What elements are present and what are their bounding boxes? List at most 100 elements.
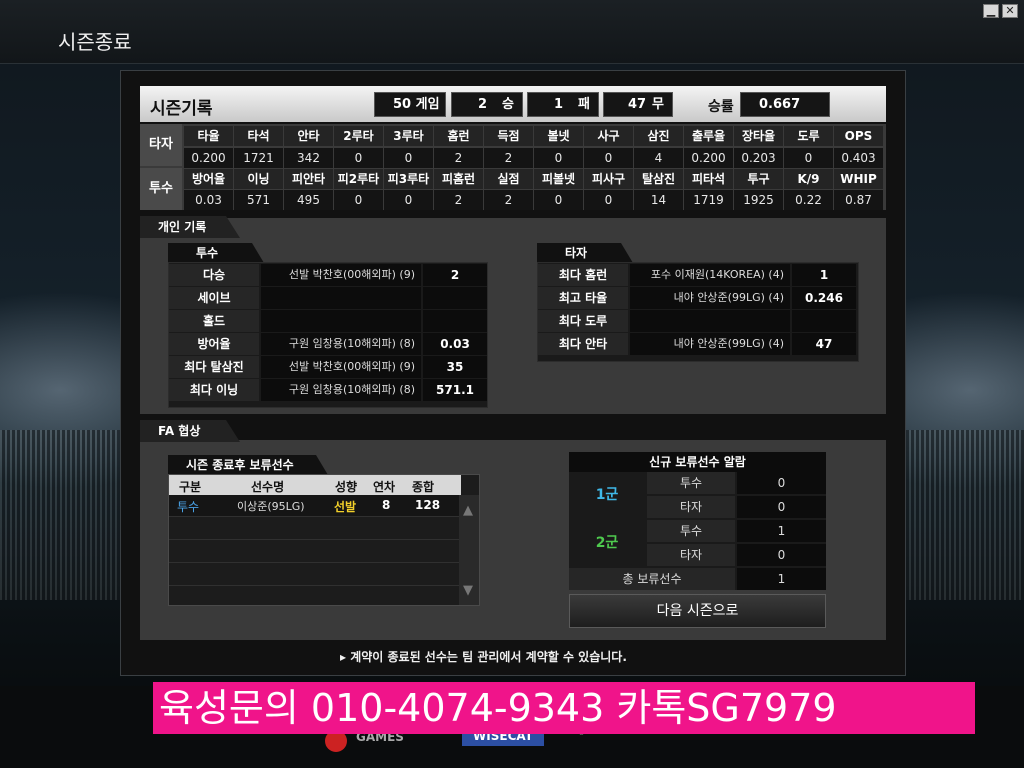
pitching-header-cell: 피2루타 — [334, 169, 383, 189]
pitching-header-cell: 피볼넷 — [534, 169, 583, 189]
batting-header-cell: 출루율 — [684, 126, 733, 146]
record-value: 35 — [423, 356, 487, 378]
pitching-header-cell: 이닝 — [234, 169, 283, 189]
record-value — [423, 287, 487, 309]
tab-fa-negotiation: FA 협상 — [140, 420, 240, 442]
record-player: 선발 박찬호(00해외파) (9) — [261, 264, 421, 286]
crowd-right — [894, 430, 1024, 600]
pitching-value-cell: 14 — [634, 190, 683, 210]
total-reserved-value: 1 — [737, 568, 826, 590]
losses-badge: 1패 — [527, 92, 599, 117]
record-player: 구원 임창용(10해외파) (8) — [261, 333, 421, 355]
pitching-value-cell: 1719 — [684, 190, 733, 210]
record-value: 2 — [423, 264, 487, 286]
batting-value-cell: 0.403 — [834, 148, 883, 168]
batting-header-cell: 2루타 — [334, 126, 383, 146]
scrollbar[interactable]: ▲ ▼ — [459, 495, 479, 605]
record-label: 최고 타율 — [538, 287, 628, 309]
batting-header-cell: 삼진 — [634, 126, 683, 146]
record-label: 최다 이닝 — [169, 379, 259, 401]
tab-personal-records: 개인 기록 — [140, 216, 240, 238]
pitching-value-cell: 0 — [384, 190, 433, 210]
batting-value-cell: 4 — [634, 148, 683, 168]
alarm-title: 신규 보류선수 알람 — [569, 452, 826, 472]
record-value: 0.246 — [792, 287, 856, 309]
pitching-value-cell: 0.87 — [834, 190, 883, 210]
pitching-header-cell: 피타석 — [684, 169, 733, 189]
reserved-players-header: 구분 선수명 성향 연차 종합 — [169, 475, 461, 495]
record-label: 최다 홈런 — [538, 264, 628, 286]
season-record-title: 시즌기록 — [150, 99, 213, 119]
pitching-value-cell: 0 — [334, 190, 383, 210]
batting-header-cell: 장타율 — [734, 126, 783, 146]
batting-header-cell: OPS — [834, 126, 883, 146]
group2-label: 2군 — [595, 535, 619, 551]
column-overall: 종합 — [412, 480, 435, 494]
pitching-value-cell: 0 — [584, 190, 633, 210]
pitching-header-cell: 피사구 — [584, 169, 633, 189]
contract-notice: ▸ 계약이 종료된 선수는 팀 관리에서 계약할 수 있습니다. — [340, 650, 627, 664]
winrate-badge: 0.667 — [740, 92, 830, 117]
record-player — [261, 310, 421, 332]
scroll-up-icon[interactable]: ▲ — [463, 503, 473, 518]
games-badge: 50 게임 — [374, 92, 446, 117]
record-row: 다승 선발 박찬호(00해외파) (9) 2 — [169, 264, 487, 286]
reserved-players-tab: 시즌 종료후 보류선수 — [168, 455, 328, 475]
table-row[interactable]: 투수 이상준(95LG) 선발 8 128 — [169, 495, 459, 517]
batting-value-cell: 2 — [484, 148, 533, 168]
pitching-value-cell: 1925 — [734, 190, 783, 210]
pitching-header-cell: 실점 — [484, 169, 533, 189]
record-label: 최다 안타 — [538, 333, 628, 355]
record-player: 내야 안상준(99LG) (4) — [630, 333, 790, 355]
batting-value-cell: 0.200 — [684, 148, 733, 168]
new-reserved-alarm: 신규 보류선수 알람 1군 투수 0 타자 0 2군 투수 1 타자 0 총 보… — [569, 452, 826, 590]
total-reserved-label: 총 보류선수 — [569, 568, 735, 590]
record-label: 다승 — [169, 264, 259, 286]
column-type: 구분 — [179, 480, 202, 494]
record-row: 최고 타율 내야 안상준(99LG) (4) 0.246 — [538, 287, 858, 309]
wins-badge: 2승 — [451, 92, 523, 117]
scroll-down-icon[interactable]: ▼ — [463, 583, 473, 598]
record-row: 최다 안타 내야 안상준(99LG) (4) 47 — [538, 333, 858, 355]
batting-header-cell: 득점 — [484, 126, 533, 146]
batting-header-cell: 타석 — [234, 126, 283, 146]
pitching-value-cell: 0 — [534, 190, 583, 210]
promo-banner: 육성문의 010-4074-9343 카톡SG7979 — [153, 682, 975, 734]
record-label: 최다 도루 — [538, 310, 628, 332]
pitching-value-cell: 495 — [284, 190, 333, 210]
batting-row-label: 타자 — [140, 124, 182, 166]
record-label: 홀드 — [169, 310, 259, 332]
pitching-value-cell: 2 — [484, 190, 533, 210]
g2-batter-value: 0 — [737, 544, 826, 566]
record-label: 최다 탈삼진 — [169, 356, 259, 378]
table-row[interactable] — [169, 541, 459, 563]
record-row: 최다 탈삼진 선발 박찬호(00해외파) (9) 35 — [169, 356, 487, 378]
batting-value-cell: 342 — [284, 148, 333, 168]
season-record-header: 시즌기록 50 게임 2승 1패 47 무 승률 0.667 — [140, 86, 886, 122]
batting-header-cell: 볼넷 — [534, 126, 583, 146]
group1-label: 1군 — [595, 487, 619, 503]
batting-value-cell: 1721 — [234, 148, 283, 168]
pitching-header-cell: K/9 — [784, 169, 833, 189]
pitching-header-cell: 투구 — [734, 169, 783, 189]
column-name: 선수명 — [251, 480, 285, 494]
pitching-value-cell: 0.03 — [184, 190, 233, 210]
batting-header-cell: 홈런 — [434, 126, 483, 146]
record-value — [423, 310, 487, 332]
table-row[interactable] — [169, 518, 459, 540]
next-season-button[interactable]: 다음 시즌으로 — [569, 594, 826, 628]
record-player: 선발 박찬호(00해외파) (9) — [261, 356, 421, 378]
g2-pitcher-label: 투수 — [647, 520, 735, 542]
g1-batter-label: 타자 — [647, 496, 735, 518]
record-player: 포수 이재원(14KOREA) (4) — [630, 264, 790, 286]
record-label: 방어율 — [169, 333, 259, 355]
batting-value-cell: 0 — [334, 148, 383, 168]
pitching-value-cell: 0.22 — [784, 190, 833, 210]
table-row[interactable] — [169, 564, 459, 586]
record-row: 최다 도루 — [538, 310, 858, 332]
record-player: 구원 임창용(10해외파) (8) — [261, 379, 421, 401]
column-years: 연차 — [373, 480, 396, 494]
minimize-icon[interactable]: ▁ — [983, 4, 999, 18]
g1-pitcher-value: 0 — [737, 472, 826, 494]
close-icon[interactable]: ✕ — [1002, 4, 1018, 18]
